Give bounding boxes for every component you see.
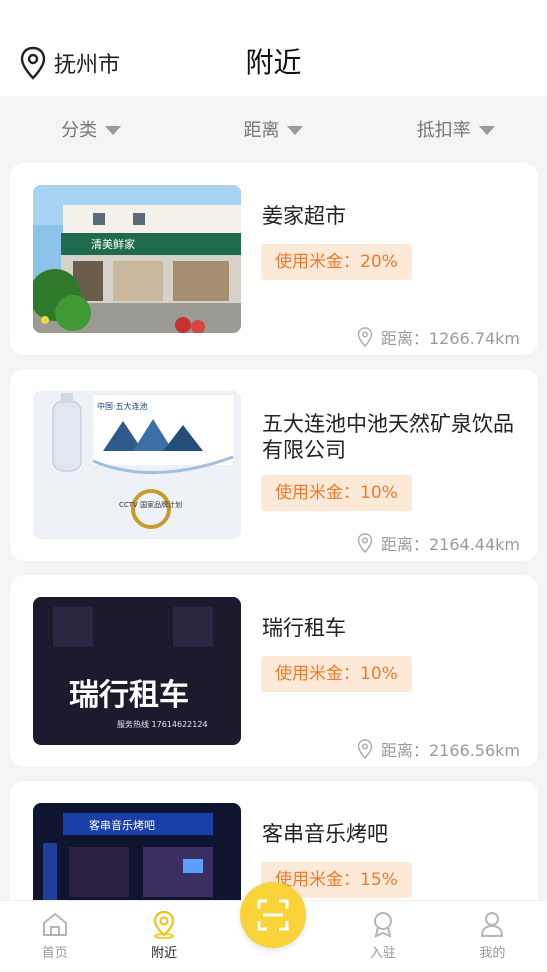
tab-mine[interactable]: 我的: [438, 901, 547, 972]
tab-mine-label: 我的: [479, 946, 506, 961]
location-pin-icon: [357, 533, 373, 553]
svg-text:服务热线 17614622124: 服务热线 17614622124: [117, 719, 208, 729]
store-card[interactable]: 中国·五大连池 CCTV 国家品牌计划 五大连池中池天然矿泉饮品有限公司 使用米…: [10, 369, 538, 561]
filter-discount-label: 抵扣率: [416, 120, 471, 141]
distance-text: 距离：2164.44km: [380, 535, 520, 554]
svg-text:客串音乐烤吧: 客串音乐烤吧: [89, 818, 155, 832]
store-name: 客串音乐烤吧: [262, 822, 388, 846]
filter-distance-label: 距离: [243, 120, 280, 141]
location-pin-icon: [357, 739, 373, 759]
tab-home-label: 首页: [41, 946, 68, 961]
store-card[interactable]: 清美鲜家 姜家超市 使用米金：20% 距离：1266.74km: [10, 163, 538, 355]
header: 抚州市 附近: [0, 0, 547, 96]
distance-row: 距离：2166.56km: [357, 737, 520, 761]
tab-nearby-label: 附近: [151, 946, 178, 961]
distance-text: 距离：2166.56km: [380, 741, 520, 760]
store-image: 瑞行租车 服务热线 17614622124: [33, 597, 241, 745]
page-title: 附近: [245, 46, 302, 79]
scan-button[interactable]: [240, 882, 306, 948]
distance-text: 距离：1266.74km: [380, 329, 520, 348]
caret-down-icon: [105, 125, 122, 135]
user-icon: [481, 912, 504, 937]
store-name: 瑞行租车: [262, 616, 346, 640]
store-image: 清美鲜家: [33, 185, 241, 333]
scan-icon: [257, 899, 289, 931]
caret-down-icon: [287, 125, 304, 135]
badge-icon: [373, 912, 392, 938]
distance-row: 距离：2164.44km: [357, 531, 520, 555]
svg-text:中国·五大连池: 中国·五大连池: [97, 401, 148, 411]
discount-badge: 使用米金：20%: [261, 244, 412, 280]
filter-bar: 分类 距离 抵扣率: [0, 96, 547, 162]
distance-row: 距离：1266.74km: [357, 325, 520, 349]
filter-distance[interactable]: 距离: [182, 96, 364, 162]
tab-join[interactable]: 入驻: [328, 901, 437, 972]
tab-join-label: 入驻: [369, 946, 396, 961]
discount-badge: 使用米金：10%: [261, 656, 412, 692]
svg-text:瑞行租车: 瑞行租车: [69, 678, 189, 713]
discount-badge: 使用米金：10%: [261, 475, 412, 511]
store-image: 客串音乐烤吧: [33, 803, 241, 900]
tab-home[interactable]: 首页: [0, 901, 109, 972]
svg-text:清美鲜家: 清美鲜家: [91, 237, 135, 251]
filter-discount-rate[interactable]: 抵扣率: [365, 96, 547, 162]
home-icon: [42, 912, 67, 936]
store-image: 中国·五大连池 CCTV 国家品牌计划: [33, 391, 241, 539]
filter-category[interactable]: 分类: [0, 96, 182, 162]
tab-nearby[interactable]: 附近: [109, 901, 218, 972]
filter-category-label: 分类: [61, 120, 98, 141]
store-list: 清美鲜家 姜家超市 使用米金：20% 距离：1266.74km 中国·五大连池 …: [0, 162, 547, 900]
store-name: 五大连池中池天然矿泉饮品有限公司: [262, 412, 514, 462]
caret-down-icon: [478, 125, 495, 135]
store-name: 姜家超市: [262, 204, 346, 228]
location-icon: [154, 910, 175, 939]
location-pin-icon: [357, 327, 373, 347]
store-card[interactable]: 瑞行租车 服务热线 17614622124 瑞行租车 使用米金：10% 距离：2…: [10, 575, 538, 767]
svg-text:CCTV 国家品牌计划: CCTV 国家品牌计划: [119, 500, 182, 509]
